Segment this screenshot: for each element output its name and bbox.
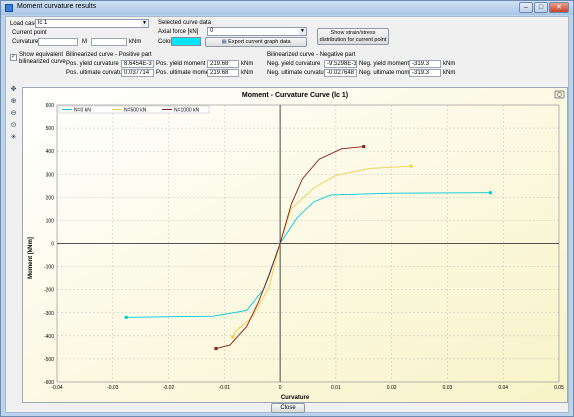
load-case-label: Load case (10, 21, 38, 27)
y-tick-label: -500 (44, 357, 54, 363)
neg-yield-moment-label: Neg. yield moment (359, 61, 410, 67)
show-bilinear-line1: Show equivalent (19, 52, 64, 58)
zoom-in-icon[interactable]: ⊕ (9, 97, 18, 106)
y-tick-label: -300 (44, 311, 54, 317)
minimize-button[interactable]: – (519, 2, 533, 13)
pan-icon[interactable]: ✥ (9, 85, 18, 94)
pos-ultimate-moment-label: Pos. ultimate moment (156, 70, 215, 76)
m-label: M (82, 39, 87, 45)
close-window-button[interactable]: ✕ (549, 2, 569, 13)
positive-part-header: Bilinearized curve - Positive part (66, 52, 152, 58)
knm-unit-label: kNm (129, 39, 142, 45)
axial-force-value: 0 (210, 28, 214, 34)
export-graph-button[interactable]: ▦ Export current graph data (205, 37, 307, 47)
series-end-point (231, 335, 235, 339)
series-end-point (362, 145, 366, 149)
zoom-out-icon[interactable]: ⊖ (9, 109, 18, 118)
x-tick-label: 0 (279, 385, 282, 391)
y-tick-label: -400 (44, 334, 54, 340)
load-case-select[interactable]: lc 1 ▼ (35, 19, 149, 28)
legend-label: N=1000 kN (174, 108, 200, 114)
neg-yield-curvature-label: Neg. yield curvature (267, 61, 321, 67)
x-tick-label: 0.05 (554, 385, 564, 391)
x-tick-label: -0.02 (163, 385, 175, 391)
moment-field[interactable] (91, 38, 127, 46)
series-end-point (214, 347, 218, 351)
legend-label: N=500 kN (124, 108, 147, 114)
pos-yield-curvature-label: Pos. yield curvature (66, 61, 119, 67)
axial-force-select[interactable]: 0 ▼ (207, 27, 307, 36)
strain-stress-button-line1: Show strain/stress (330, 30, 376, 36)
pos-ultimate-curvature-label: Pos. ultimate curvature (66, 70, 128, 76)
chart-legend: N=0 kN N=500 kN N=1000 kN (58, 105, 210, 114)
y-tick-label: 500 (46, 126, 55, 132)
selected-curve-label: Selected curve data (158, 20, 212, 26)
axial-force-label: Axial force [kN] (158, 29, 199, 35)
show-bilinear-checkbox[interactable]: ✓ (10, 54, 17, 61)
dialog-client-area: Load case lc 1 ▼ Current point Curvature… (5, 16, 569, 413)
x-tick-label: 0.01 (331, 385, 341, 391)
app-icon (5, 4, 13, 12)
x-tick-label: 0.04 (498, 385, 508, 391)
neg-yield-moment-unit: kNm (443, 61, 456, 67)
moment-curvature-window: Moment curvature results – □ ✕ Load case… (0, 0, 574, 417)
neg-yield-moment-field[interactable]: -319.3 (409, 60, 441, 68)
x-tick-label: -0.03 (107, 385, 119, 391)
x-tick-label: 0.03 (443, 385, 453, 391)
curvature-label: Curvature (12, 39, 39, 45)
pos-yield-moment-label: Pos. yield moment (156, 61, 206, 67)
y-axis-label: Moment [kNm] (28, 237, 34, 279)
show-bilinear-line2: bilinearized curve (19, 59, 66, 65)
neg-ultimate-moment-unit: kNm (443, 70, 456, 76)
strain-stress-button[interactable]: Show strain/stress distribution for curr… (317, 28, 389, 45)
export-button-label: Export current graph data (228, 39, 291, 45)
window-title: Moment curvature results (17, 3, 96, 10)
x-tick-label: 0.02 (387, 385, 397, 391)
strain-stress-button-line2: distribution for current point (319, 37, 387, 43)
neg-ultimate-curvature-label: Neg. ultimate curvature (267, 70, 330, 76)
pos-ultimate-moment-unit: kNm (241, 70, 254, 76)
y-tick-label: -600 (44, 380, 54, 386)
color-swatch[interactable] (171, 37, 201, 46)
negative-part-header: Bilinearized curve - Negative part (267, 52, 356, 58)
curvature-field[interactable] (38, 38, 78, 46)
y-tick-label: 300 (46, 172, 55, 178)
series-end-point (409, 164, 413, 168)
y-tick-label: 200 (46, 195, 55, 201)
title-bar: Moment curvature results – □ ✕ (1, 1, 573, 15)
neg-yield-curvature-field[interactable]: -9.5298E-3 (324, 60, 357, 68)
legend-label: N=0 kN (74, 108, 91, 114)
y-tick-label: 0 (51, 242, 54, 248)
series-end-point (488, 191, 492, 195)
load-case-value: lc 1 (38, 20, 48, 26)
chevron-down-icon: ▼ (299, 28, 306, 35)
chevron-down-icon: ▼ (141, 20, 148, 27)
reset-icon[interactable]: ✳ (9, 133, 18, 142)
y-tick-label: -100 (44, 265, 54, 271)
pos-yield-moment-field[interactable]: 219.68 (207, 60, 239, 68)
maximize-button[interactable]: □ (534, 2, 548, 13)
x-axis-label: Curvature (281, 395, 310, 401)
chart-title: Moment - Curvature Curve (lc 1) (242, 92, 348, 99)
y-tick-label: 100 (46, 218, 55, 224)
export-icon: ▦ (221, 39, 227, 45)
show-bilinear-label: Show equivalent bilinearized curve (19, 52, 66, 66)
zoom-fit-icon[interactable]: ⊙ (9, 121, 18, 130)
series-end-point (124, 315, 128, 319)
current-point-label: Current point (12, 30, 47, 36)
y-tick-label: -200 (44, 288, 54, 294)
y-tick-label: 600 (46, 103, 55, 109)
neg-ultimate-moment-field[interactable]: -319.3 (409, 69, 441, 77)
x-tick-label: -0.01 (219, 385, 231, 391)
y-tick-label: 400 (46, 149, 55, 155)
pos-ultimate-curvature-field[interactable]: 0.037714 (121, 69, 154, 77)
chart-panel: Moment - Curvature Curve (lc 1) Curvatur… (22, 87, 568, 403)
pos-yield-moment-unit: kNm (241, 61, 254, 67)
pos-ultimate-moment-field[interactable]: 219.68 (207, 69, 239, 77)
close-button[interactable]: Close (271, 403, 305, 413)
neg-ultimate-curvature-field[interactable]: -0.027648 (324, 69, 357, 77)
pos-yield-curvature-field[interactable]: 8.6454E-3 (121, 60, 154, 68)
chart-background (23, 88, 567, 402)
moment-curvature-chart: Moment - Curvature Curve (lc 1) Curvatur… (23, 88, 567, 402)
